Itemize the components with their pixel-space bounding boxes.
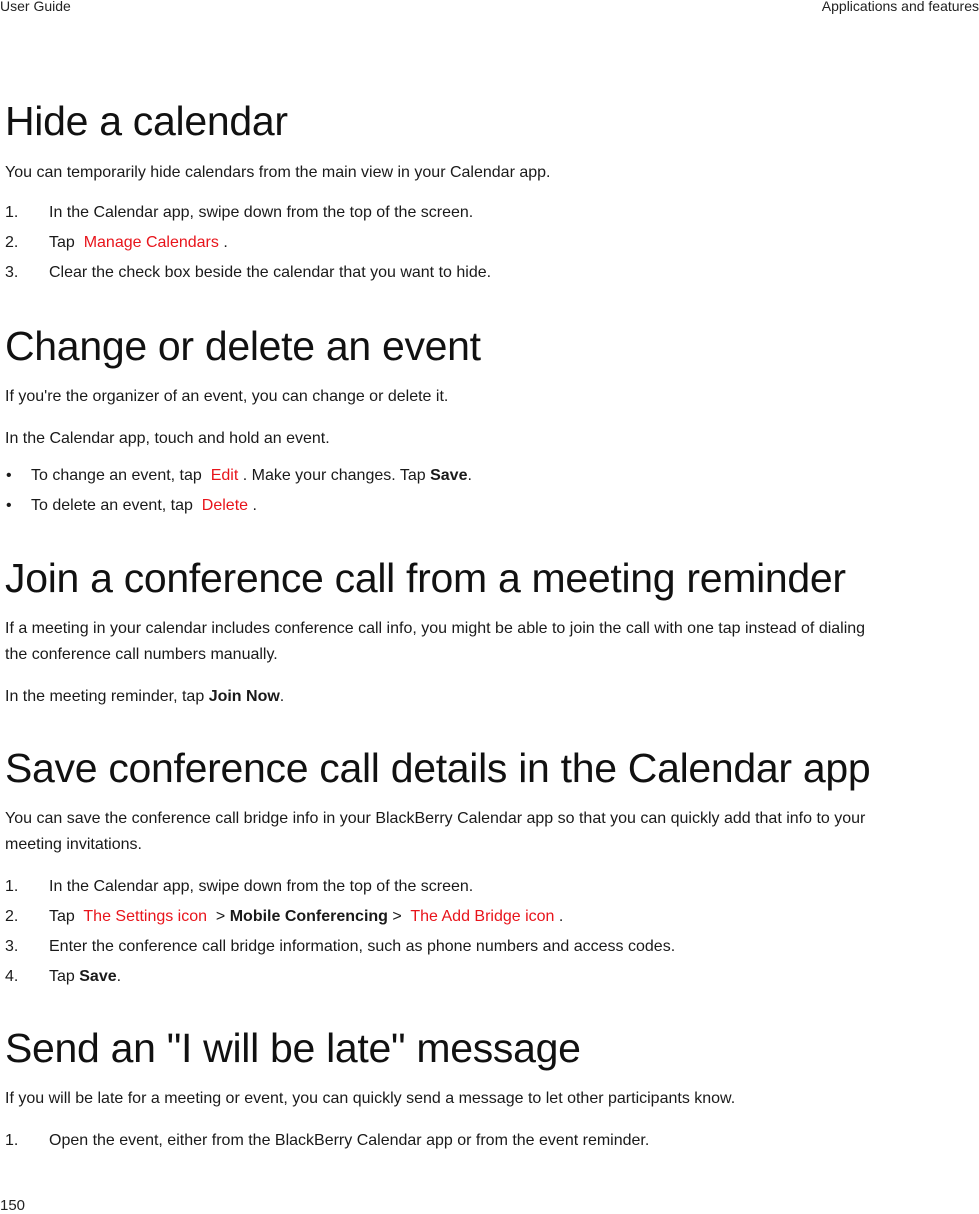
section-intro-line-1: If a meeting in your calendar includes c…: [5, 620, 866, 637]
running-header-left: User Guide: [0, 0, 71, 14]
step-number: 2.: [5, 234, 19, 251]
list-item: 1. Open the event, either from the Black…: [5, 1128, 971, 1158]
step-text-post: .: [558, 908, 564, 925]
section-title: Join a conference call from a meeting re…: [5, 555, 846, 601]
section-intro-line-2: the conference call numbers manually.: [5, 646, 278, 663]
list-item: 1. In the Calendar app, swipe down from …: [5, 200, 971, 230]
step-number: 1.: [5, 878, 19, 895]
instruction-post: .: [279, 688, 285, 705]
bullet-icon: •: [6, 467, 12, 484]
step-list: 1. In the Calendar app, swipe down from …: [5, 874, 971, 994]
running-header-right: Applications and features: [821, 0, 979, 14]
step-text: In the Calendar app, swipe down from the…: [49, 204, 474, 221]
step-text: Tap Manage Calendars .: [49, 230, 228, 256]
list-item: 1. In the Calendar app, swipe down from …: [5, 874, 971, 904]
step-text-pre: Tap: [49, 234, 75, 251]
page-number: 150: [0, 1197, 26, 1214]
step-text: Enter the conference call bridge informa…: [49, 938, 676, 955]
bullet-text-pre: To change an event, tap: [31, 467, 202, 484]
section-intro: If you're the organizer of an event, you…: [5, 388, 449, 405]
step-number: 2.: [5, 908, 19, 925]
step-number: 3.: [5, 938, 19, 955]
step-text: Clear the check box beside the calendar …: [49, 264, 492, 281]
bullet-list: • To change an event, tap Edit . Make yo…: [5, 463, 971, 523]
list-item: • To delete an event, tap Delete .: [5, 493, 971, 523]
step-text-post: .: [116, 968, 122, 985]
step-number: 1.: [5, 204, 19, 221]
separator-arrow: >: [215, 908, 226, 925]
save-label: Save: [430, 467, 468, 484]
section-intro: If you will be late for a meeting or eve…: [5, 1090, 736, 1107]
step-number: 1.: [5, 1132, 19, 1149]
section-join-call: Join a conference call from a meeting re…: [5, 554, 971, 710]
section-intro-line-2: meeting invitations.: [5, 836, 142, 853]
section-hide-calendar: Hide a calendar You can temporarily hide…: [5, 97, 971, 290]
bullet-text-pre: To delete an event, tap: [31, 497, 193, 514]
section-instruction: In the meeting reminder, tap Join Now.: [5, 684, 971, 710]
section-intro-line-1: You can save the conference call bridge …: [5, 810, 866, 827]
section-title: Save conference call details in the Cale…: [5, 745, 871, 791]
step-number: 3.: [5, 264, 19, 281]
section-late-message: Send an "I will be late" message If you …: [5, 1024, 971, 1158]
step-text-post: .: [223, 234, 228, 251]
settings-icon-link[interactable]: The Settings icon: [83, 908, 207, 925]
edit-link[interactable]: Edit: [211, 467, 239, 484]
separator-arrow: >: [392, 908, 402, 925]
section-instruction: In the Calendar app, touch and hold an e…: [5, 430, 330, 447]
mobile-conferencing-label: Mobile Conferencing: [229, 908, 388, 925]
step-text: Tap Save.: [49, 964, 121, 990]
list-item: 2. Tap Manage Calendars .: [5, 230, 971, 260]
step-text: In the Calendar app, swipe down from the…: [49, 878, 474, 895]
step-text: Tap The Settings icon > Mobile Conferenc…: [49, 904, 563, 930]
list-item: 3. Enter the conference call bridge info…: [5, 934, 971, 964]
bullet-text: To change an event, tap Edit . Make your…: [31, 463, 472, 489]
section-title: Change or delete an event: [5, 323, 481, 369]
list-item: 4. Tap Save.: [5, 964, 971, 994]
bullet-icon: •: [6, 497, 12, 514]
add-bridge-icon-link[interactable]: The Add Bridge icon: [410, 908, 554, 925]
instruction-pre: In the meeting reminder, tap: [5, 688, 205, 705]
list-item: 3. Clear the check box beside the calend…: [5, 260, 971, 290]
step-number: 4.: [5, 968, 19, 985]
list-item: • To change an event, tap Edit . Make yo…: [5, 463, 971, 493]
save-label: Save: [79, 968, 117, 985]
manage-calendars-link[interactable]: Manage Calendars: [84, 234, 219, 251]
delete-link[interactable]: Delete: [202, 497, 248, 514]
list-item: 2. Tap The Settings icon > Mobile Confer…: [5, 904, 971, 934]
join-now-label: Join Now: [208, 688, 280, 705]
step-text: Open the event, either from the BlackBer…: [49, 1132, 650, 1149]
section-save-details: Save conference call details in the Cale…: [5, 744, 971, 994]
section-intro: You can temporarily hide calendars from …: [5, 164, 551, 181]
section-change-event: Change or delete an event If you're the …: [5, 322, 971, 523]
step-text-pre: Tap: [49, 908, 75, 925]
step-text-pre: Tap: [49, 968, 75, 985]
bullet-text: To delete an event, tap Delete .: [31, 493, 257, 519]
bullet-text-post: .: [252, 497, 257, 514]
step-list: 1. Open the event, either from the Black…: [5, 1128, 971, 1158]
section-title: Hide a calendar: [5, 98, 288, 144]
bullet-text-post: .: [467, 467, 472, 484]
bullet-text-mid: . Make your changes. Tap: [242, 467, 426, 484]
step-list: 1. In the Calendar app, swipe down from …: [5, 200, 971, 290]
section-title: Send an "I will be late" message: [5, 1025, 581, 1071]
